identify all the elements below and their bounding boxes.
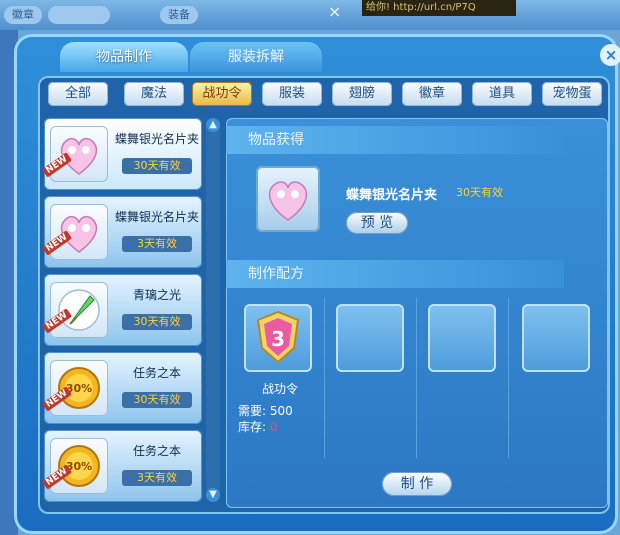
category-battle-token[interactable]: 战功令 (192, 82, 252, 106)
background-chip: 徽章 (4, 6, 42, 24)
category-bar: 全部 魔法 战功令 服装 翅膀 徽章 道具 宠物蛋 (42, 80, 606, 110)
stock-label: 库存: (238, 420, 267, 434)
heart-icon (268, 181, 308, 221)
category-pet-egg[interactable]: 宠物蛋 (542, 82, 602, 106)
shield-icon: 3 (256, 310, 300, 364)
category-props[interactable]: 道具 (472, 82, 532, 106)
material-name: 战功令 (261, 382, 298, 396)
item-duration: 30天有效 (122, 158, 192, 174)
item-duration: 3天有效 (122, 236, 192, 252)
medal-icon: 30% (58, 445, 100, 487)
category-all[interactable]: 全部 (48, 82, 108, 106)
category-wings[interactable]: 翅膀 (332, 82, 392, 106)
need-label: 需要: (238, 404, 267, 418)
recipe-divider (508, 298, 509, 458)
item-name: 任务之本 (132, 444, 181, 458)
material-stock: 库存: 0 (238, 418, 278, 435)
category-magic[interactable]: 魔法 (124, 82, 184, 106)
heart-icon (60, 216, 98, 253)
item-thumb (50, 282, 108, 338)
material-need: 需要: 500 (238, 402, 293, 419)
item-duration: 30天有效 (122, 314, 192, 330)
list-item[interactable]: 30% NEW 任务之本 3天有效 (41, 430, 202, 502)
recipe-slot-empty[interactable] (336, 304, 404, 372)
close-button[interactable]: × (600, 44, 620, 66)
recipe-slot-empty[interactable] (522, 304, 590, 372)
item-name: 蝶舞银光名片夹 (114, 210, 199, 224)
scroll-up-icon[interactable]: ▲ (206, 118, 220, 132)
item-thumb: 30% (50, 438, 108, 494)
recipe-slot[interactable]: 3 (244, 304, 312, 372)
list-item[interactable]: NEW 蝶舞银光名片夹 30天有效 (41, 118, 202, 190)
craft-button[interactable]: 制 作 (382, 472, 452, 496)
list-item[interactable]: NEW 蝶舞银光名片夹 3天有效 (41, 196, 202, 268)
recipe-divider (416, 298, 417, 458)
heart-icon (60, 138, 98, 175)
category-costume[interactable]: 服装 (262, 82, 322, 106)
background-close-icon[interactable]: × (328, 2, 341, 21)
item-thumb (50, 126, 108, 182)
stock-value: 0 (269, 420, 278, 434)
obtained-item-name: 蝶舞银光名片夹 (346, 188, 438, 203)
recipe-slot-empty[interactable] (428, 304, 496, 372)
ad-strip: 给你! http://url.cn/P7Q (362, 0, 516, 16)
need-value: 500 (269, 404, 293, 418)
item-list: NEW 蝶舞银光名片夹 30天有效 NEW 蝶舞银光名片夹 3天有效 NEW 青… (41, 114, 206, 506)
item-name: 蝶舞银光名片夹 (114, 132, 199, 146)
item-thumb (50, 204, 108, 260)
obtained-item-slot[interactable] (256, 166, 320, 232)
category-badge[interactable]: 徽章 (402, 82, 462, 106)
medal-icon: 30% (58, 367, 100, 409)
obtained-item-duration: 30天有效 (456, 186, 503, 199)
tab-costume-dismantle[interactable]: 服装拆解 (190, 42, 322, 72)
item-duration: 30天有效 (122, 392, 192, 408)
list-item[interactable]: 30% NEW 任务之本 30天有效 (41, 352, 202, 424)
preview-button[interactable]: 预 览 (346, 212, 408, 234)
list-item[interactable]: NEW 青璃之光 30天有效 (41, 274, 202, 346)
scroll-down-icon[interactable]: ▼ (206, 488, 220, 502)
svg-text:3: 3 (271, 327, 285, 351)
item-name: 任务之本 (132, 366, 181, 380)
item-list-scrollbar[interactable]: ▲ ▼ (206, 118, 220, 502)
background-chip (48, 6, 110, 24)
feather-icon (58, 289, 100, 331)
recipe-divider (324, 298, 325, 458)
item-thumb: 30% (50, 360, 108, 416)
recipe-section-title: 制作配方 (226, 260, 564, 288)
background-chip: 装备 (160, 6, 198, 24)
item-name: 青璃之光 (132, 288, 181, 302)
item-duration: 3天有效 (122, 470, 192, 486)
obtained-section-title: 物品获得 (226, 126, 564, 154)
detail-panel: 物品获得 蝶舞银光名片夹 30天有效 预 览 制作配方 3 战功令 需要: 50… (226, 118, 608, 508)
tab-item-crafting[interactable]: 物品制作 (60, 42, 188, 72)
